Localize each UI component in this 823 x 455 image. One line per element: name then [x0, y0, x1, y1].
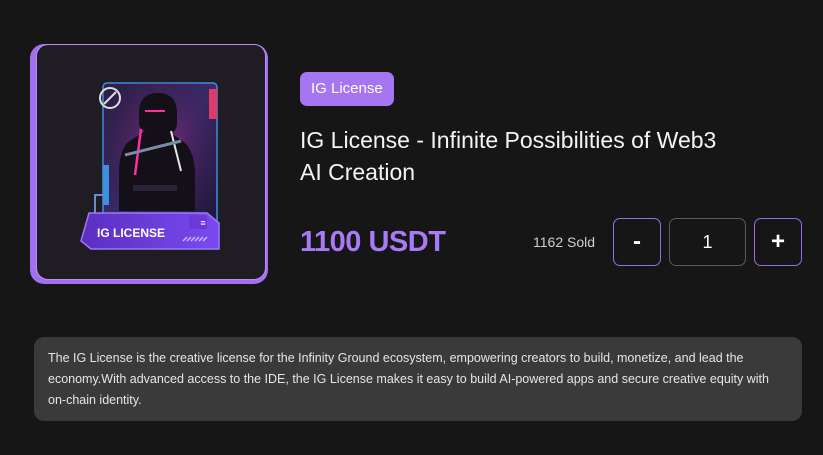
svg-text:≡: ≡: [200, 218, 205, 228]
quantity-input[interactable]: [669, 218, 746, 266]
license-card-art: ≡ IG LICENSE: [80, 82, 220, 250]
decrease-quantity-button[interactable]: -: [613, 218, 661, 266]
increase-quantity-button[interactable]: +: [754, 218, 802, 266]
category-badge: IG License: [300, 72, 394, 106]
product-image-frame: ≡ IG LICENSE: [30, 44, 268, 284]
product-price: 1100 USDT: [300, 226, 446, 258]
product-page: ≡ IG LICENSE IG License IG License - Inf…: [0, 0, 823, 455]
sold-count: 1162 Sold: [533, 234, 596, 250]
product-title: IG License - Infinite Possibilities of W…: [300, 127, 717, 185]
product-description: The IG License is the creative license f…: [34, 337, 802, 421]
product-image[interactable]: ≡ IG LICENSE: [36, 44, 266, 280]
card-label-text: IG LICENSE: [97, 226, 165, 240]
